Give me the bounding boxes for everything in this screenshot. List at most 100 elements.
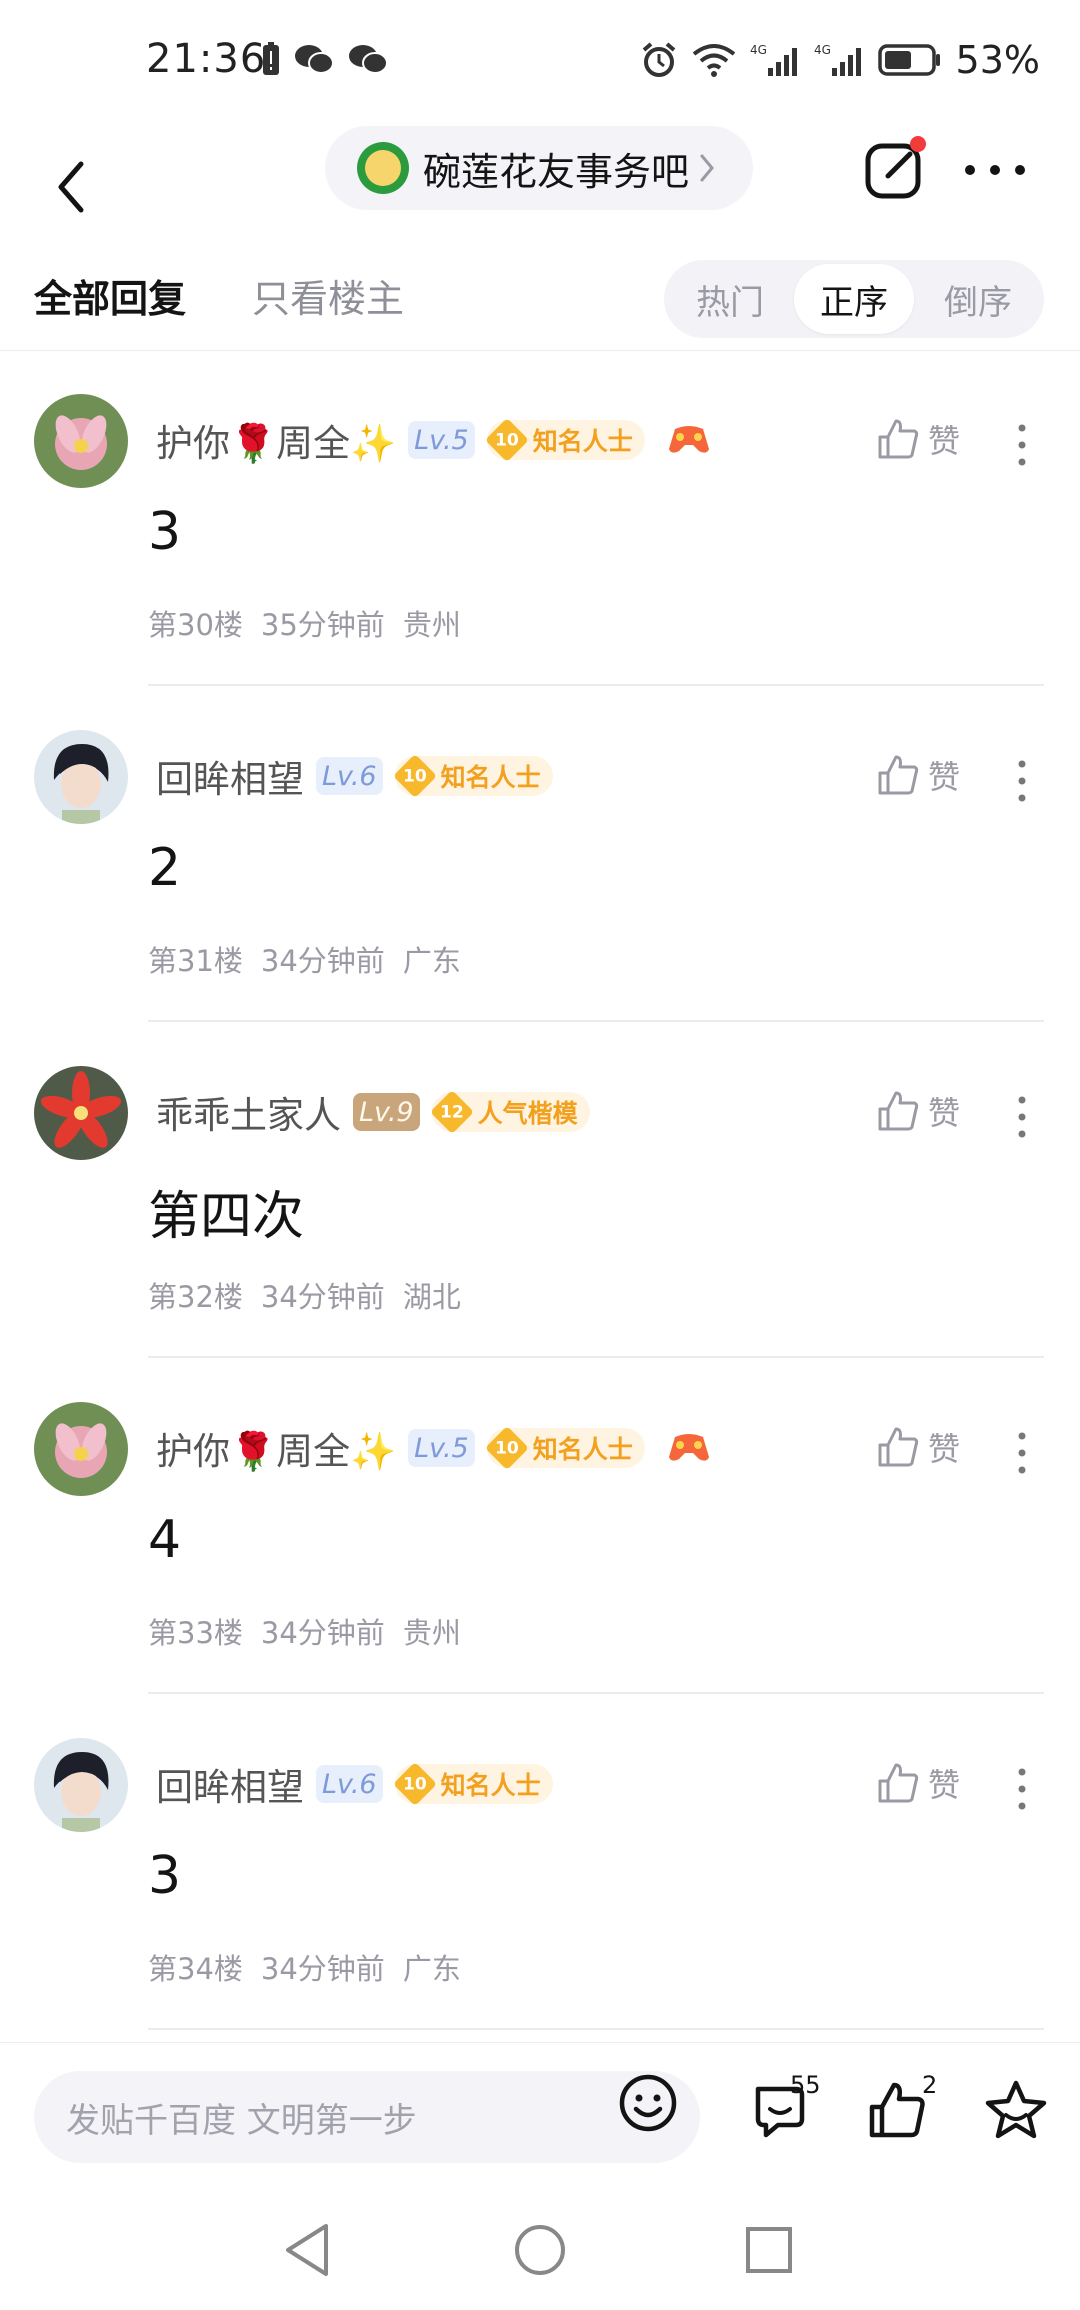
more-options-button[interactable] [960, 150, 1030, 190]
system-back-icon[interactable] [282, 2222, 332, 2278]
reply-item[interactable]: 回眸相望 Lv.6 10 知名人士 赞 2 第31楼 34分钟前 广东 [0, 686, 1080, 1022]
avatar[interactable] [34, 1066, 128, 1160]
gamepad-icon [668, 1434, 709, 1461]
avatar[interactable] [34, 394, 128, 488]
thumbs-up-icon [869, 2082, 925, 2138]
like-button[interactable]: 赞 [876, 1088, 960, 1134]
like-label: 赞 [928, 1766, 961, 1804]
username[interactable]: 回眸相望 [156, 1757, 304, 1811]
comment-input-placeholder: 发贴千百度 文明第一步 [66, 2100, 417, 2141]
honor-level: 10 [494, 1438, 519, 1458]
reply-content: 4 [148, 1510, 182, 1570]
user-info: 护你🌹周全✨ Lv.5 10 知名人士 [156, 410, 711, 470]
chevron-right-icon [700, 154, 714, 182]
like-label: 赞 [928, 422, 961, 460]
username[interactable]: 回眸相望 [156, 749, 304, 803]
avatar[interactable] [34, 1738, 128, 1832]
like-button[interactable]: 赞 [876, 1424, 960, 1470]
edit-icon [865, 136, 926, 199]
like-button[interactable]: 赞 [876, 416, 960, 462]
thumbs-up-icon [878, 1763, 919, 1803]
reply-filter-bar: 全部回复 只看楼主 热门 正序 倒序 [0, 258, 1080, 351]
svg-text:4G: 4G [814, 43, 831, 57]
battery-percentage: 53% [955, 38, 1040, 82]
divider [148, 2028, 1044, 2030]
reply-time: 34分钟前 [260, 944, 385, 978]
kebab-menu-icon[interactable] [1012, 1764, 1032, 1814]
user-info: 乖乖土家人 Lv.9 12 人气楷模 [156, 1082, 590, 1142]
honor-title: 知名人士 [532, 427, 633, 456]
alarm-icon [642, 42, 675, 77]
like-count: 2 [922, 2071, 938, 2099]
status-time: 21:36 [146, 36, 267, 82]
kebab-menu-icon[interactable] [1012, 1092, 1032, 1142]
reply-meta: 第31楼 34分钟前 广东 [148, 938, 461, 980]
reply-content: 3 [148, 502, 182, 562]
honor-badge: 10 知名人士 [484, 1425, 645, 1471]
reply-list: 护你🌹周全✨ Lv.5 10 知名人士 赞 3 第30楼 35分钟前 贵州 回眸… [0, 350, 1080, 2030]
kebab-menu-icon[interactable] [1012, 756, 1032, 806]
honor-level: 10 [402, 1774, 427, 1794]
system-navigation-bar [0, 2192, 1080, 2310]
reply-content: 2 [148, 838, 182, 898]
favorite-button[interactable] [984, 2079, 1048, 2145]
comment-count: 55 [790, 2071, 821, 2099]
forum-logo [357, 142, 409, 194]
sort-descending-button[interactable]: 倒序 [918, 264, 1038, 334]
avatar[interactable] [34, 1402, 128, 1496]
status-bar: 21:36 4G 4G 53% [0, 0, 1080, 120]
honor-title: 知名人士 [532, 1435, 633, 1464]
like-button[interactable]: 赞 [876, 752, 960, 798]
reply-item[interactable]: 乖乖土家人 Lv.9 12 人气楷模 赞 第四次 第32楼 34分钟前 湖北 [0, 1022, 1080, 1358]
username[interactable]: 护你🌹周全✨ [156, 413, 396, 467]
star-icon [985, 2080, 1047, 2139]
sort-hot-button[interactable]: 热门 [670, 264, 790, 334]
tab-owner-only[interactable]: 只看楼主 [252, 268, 404, 323]
honor-level: 10 [402, 766, 427, 786]
reply-meta: 第34楼 34分钟前 广东 [148, 1946, 461, 1988]
avatar[interactable] [34, 730, 128, 824]
kebab-menu-icon[interactable] [1012, 420, 1032, 470]
comments-button[interactable]: 55 [750, 2071, 821, 2145]
reply-location: 广东 [402, 1952, 461, 1986]
like-post-button[interactable]: 2 [866, 2071, 937, 2145]
system-home-icon[interactable] [512, 2222, 568, 2278]
honor-badge: 12 人气楷模 [429, 1089, 590, 1135]
honor-badge: 10 知名人士 [392, 753, 553, 799]
reply-location: 广东 [402, 944, 461, 978]
system-recents-icon[interactable] [744, 2225, 794, 2275]
battery-alert-icon [263, 42, 279, 75]
level-badge: Lv.5 [408, 1429, 475, 1467]
comment-input[interactable]: 发贴千百度 文明第一步 [34, 2071, 700, 2163]
reply-item[interactable]: 护你🌹周全✨ Lv.5 10 知名人士 赞 4 第33楼 34分钟前 贵州 [0, 1358, 1080, 1694]
wechat-icon-2 [349, 45, 388, 74]
reply-meta: 第30楼 35分钟前 贵州 [148, 602, 461, 644]
emoji-icon[interactable] [616, 2071, 680, 2135]
compose-button[interactable] [862, 134, 932, 204]
bottom-action-bar: 发贴千百度 文明第一步 55 2 [0, 2042, 1080, 2193]
reply-time: 34分钟前 [260, 1952, 385, 1986]
forum-link[interactable]: 碗莲花友事务吧 [325, 126, 753, 210]
sort-ascending-button[interactable]: 正序 [794, 264, 914, 334]
tab-all-replies[interactable]: 全部回复 [34, 268, 186, 323]
chevron-left-icon [58, 161, 84, 213]
thumbs-up-icon [878, 419, 919, 459]
kebab-menu-icon[interactable] [1012, 1428, 1032, 1478]
like-button[interactable]: 赞 [876, 1760, 960, 1806]
forum-name: 碗莲花友事务吧 [423, 149, 690, 194]
reply-item[interactable]: 回眸相望 Lv.6 10 知名人士 赞 3 第34楼 34分钟前 广东 [0, 1694, 1080, 2030]
user-info: 护你🌹周全✨ Lv.5 10 知名人士 [156, 1418, 711, 1478]
thumbs-up-icon [878, 755, 919, 795]
reply-time: 34分钟前 [260, 1616, 385, 1650]
floor-number: 第31楼 [148, 944, 243, 978]
like-label: 赞 [928, 1094, 961, 1132]
back-button[interactable] [40, 142, 100, 232]
username[interactable]: 乖乖土家人 [156, 1085, 341, 1139]
signal-4g-icon-2: 4G [814, 43, 861, 76]
thumbs-up-icon [878, 1091, 919, 1131]
signal-4g-icon: 4G [750, 43, 797, 76]
reply-item[interactable]: 护你🌹周全✨ Lv.5 10 知名人士 赞 3 第30楼 35分钟前 贵州 [0, 350, 1080, 686]
username[interactable]: 护你🌹周全✨ [156, 1421, 396, 1475]
reply-location: 湖北 [402, 1280, 461, 1314]
reply-meta: 第32楼 34分钟前 湖北 [148, 1274, 461, 1316]
